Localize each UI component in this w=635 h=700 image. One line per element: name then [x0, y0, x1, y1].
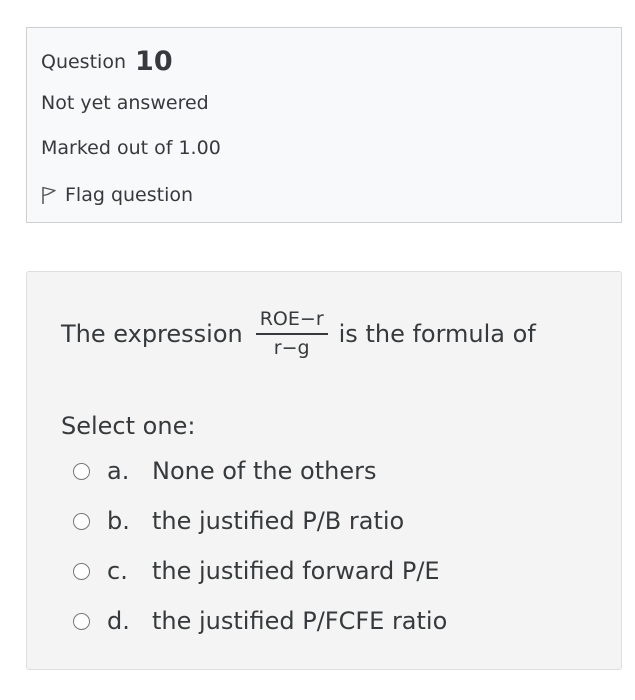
- answer-option-a[interactable]: a. None of the others: [73, 456, 376, 486]
- answer-option-d[interactable]: d. the justified P/FCFE ratio: [73, 606, 447, 636]
- question-number: 10: [135, 46, 173, 77]
- question-text-before: The expression: [61, 319, 243, 348]
- option-text[interactable]: the justified P/B ratio: [152, 506, 404, 536]
- radio-button[interactable]: [73, 562, 90, 580]
- flag-question-link[interactable]: Flag question: [41, 183, 193, 207]
- question-text-after: is the formula of: [338, 319, 536, 348]
- option-text[interactable]: the justified P/FCFE ratio: [152, 606, 447, 636]
- radio-button[interactable]: [73, 512, 90, 530]
- option-letter: a.: [107, 457, 130, 485]
- formula-numerator: ROE−r: [255, 308, 328, 335]
- option-letter: d.: [107, 607, 130, 635]
- radio-button[interactable]: [73, 612, 90, 630]
- flag-icon: [42, 186, 56, 204]
- flag-question-label: Flag question: [65, 184, 194, 206]
- option-letter: b.: [107, 507, 130, 535]
- formula-fraction: ROE−r r−g: [255, 308, 328, 359]
- question-label: Question: [41, 51, 126, 73]
- answer-prompt: Select one:: [61, 412, 196, 440]
- answer-option-b[interactable]: b. the justified P/B ratio: [73, 506, 404, 536]
- option-letter: c.: [107, 557, 128, 585]
- question-content-panel: The expression ROE−r r−g is the formula …: [26, 271, 622, 670]
- question-grade: Marked out of 1.00: [41, 137, 221, 159]
- formula-denominator: r−g: [273, 337, 310, 359]
- question-text: The expression ROE−r r−g is the formula …: [61, 308, 536, 359]
- option-text[interactable]: None of the others: [152, 456, 376, 486]
- question-state: Not yet answered: [41, 92, 209, 114]
- option-text[interactable]: the justified forward P/E: [152, 556, 440, 586]
- answer-option-c[interactable]: c. the justified forward P/E: [73, 556, 440, 586]
- question-info-panel: Question 10 Not yet answered Marked out …: [26, 27, 622, 223]
- radio-button[interactable]: [73, 462, 90, 480]
- question-heading: Question 10: [41, 48, 173, 75]
